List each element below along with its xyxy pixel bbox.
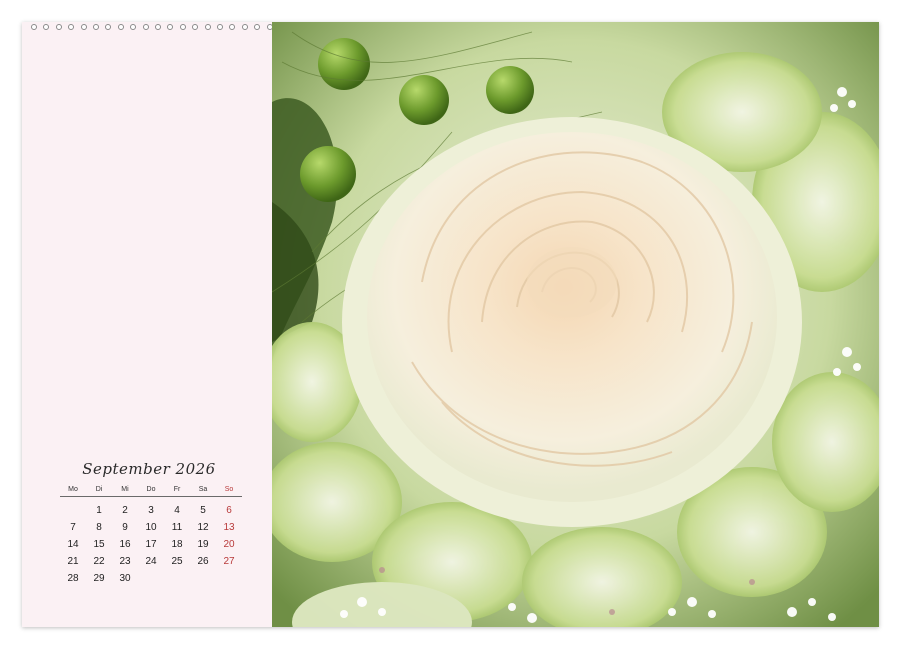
- calendar-day: 12: [197, 522, 209, 533]
- month-calendar: September 2026 Mo Di Mi Do Fr Sa So 1 2 3 4 5 6 7 8 9 10…: [60, 460, 242, 586]
- binding-ring: [204, 24, 211, 30]
- weekday-header: Mi: [112, 486, 138, 497]
- weekday-header: Di: [86, 486, 112, 497]
- month-title: September 2026: [82, 460, 216, 478]
- calendar-day: 9: [122, 522, 128, 533]
- binding-ring: [55, 24, 62, 30]
- calendar-day: 2: [122, 505, 128, 516]
- calendar-day: 20: [223, 539, 235, 550]
- calendar-day: 19: [197, 539, 209, 550]
- binding-ring: [254, 24, 261, 30]
- calendar-day-empty: [60, 504, 86, 518]
- calendar-day: 30: [119, 573, 131, 584]
- binding-ring: [192, 24, 199, 30]
- calendar-day: 24: [145, 556, 157, 567]
- calendar-day: 3: [148, 505, 154, 516]
- binding-ring: [93, 24, 99, 30]
- calendar-day: 16: [119, 539, 131, 550]
- calendar-day: 25: [171, 556, 183, 567]
- calendar-day: 7: [70, 522, 76, 533]
- binding-ring: [117, 24, 124, 30]
- calendar-day: 21: [67, 556, 79, 567]
- binding-ring: [179, 24, 186, 30]
- binding-ring: [241, 24, 248, 30]
- binding-ring: [142, 24, 149, 30]
- binding-ring: [155, 24, 161, 30]
- calendar-day: 1: [96, 505, 102, 516]
- calendar-day: 22: [93, 556, 105, 567]
- calendar-day: 14: [67, 539, 79, 550]
- binding-ring: [68, 24, 75, 30]
- binding-ring: [229, 24, 236, 30]
- calendar-day: 18: [171, 539, 183, 550]
- calendar-day: 5: [200, 505, 206, 516]
- weekday-header: Fr: [164, 486, 190, 497]
- calendar-day-empty: [164, 572, 190, 586]
- binding-ring: [43, 24, 50, 30]
- binding-ring: [31, 24, 37, 30]
- calendar-day: 13: [223, 522, 235, 533]
- weekday-header: Mo: [60, 486, 86, 497]
- binding-ring: [167, 24, 174, 30]
- calendar-day: 8: [96, 522, 102, 533]
- calendar-day: 23: [119, 556, 131, 567]
- calendar-day: 6: [226, 505, 232, 516]
- calendar-grid: Mo Di Mi Do Fr Sa So 1 2 3 4 5 6 7 8 9 10 11 12 13 14 15 16 17 1…: [60, 486, 242, 586]
- calendar-day-empty: [216, 572, 242, 586]
- calendar-day-empty: [138, 572, 164, 586]
- calendar-day: 29: [93, 573, 105, 584]
- rose-photo: [272, 22, 879, 627]
- binding-ring: [105, 24, 112, 30]
- calendar-day: 15: [93, 539, 105, 550]
- calendar-page: September 2026 Mo Di Mi Do Fr Sa So 1 2 3 4 5 6 7 8 9 10…: [22, 22, 879, 627]
- calendar-day-empty: [190, 572, 216, 586]
- calendar-day: 11: [171, 522, 183, 533]
- calendar-day: 26: [197, 556, 209, 567]
- binding-ring: [217, 24, 223, 30]
- weekday-header: Sa: [190, 486, 216, 497]
- calendar-day: 17: [145, 539, 157, 550]
- calendar-day: 10: [145, 522, 157, 533]
- weekday-header: So: [216, 486, 242, 497]
- binding-ring: [130, 24, 137, 30]
- calendar-day: 27: [223, 556, 235, 567]
- binding-ring: [80, 24, 87, 30]
- weekday-header: Do: [138, 486, 164, 497]
- calendar-day: 28: [67, 573, 79, 584]
- calendar-day: 4: [174, 505, 180, 516]
